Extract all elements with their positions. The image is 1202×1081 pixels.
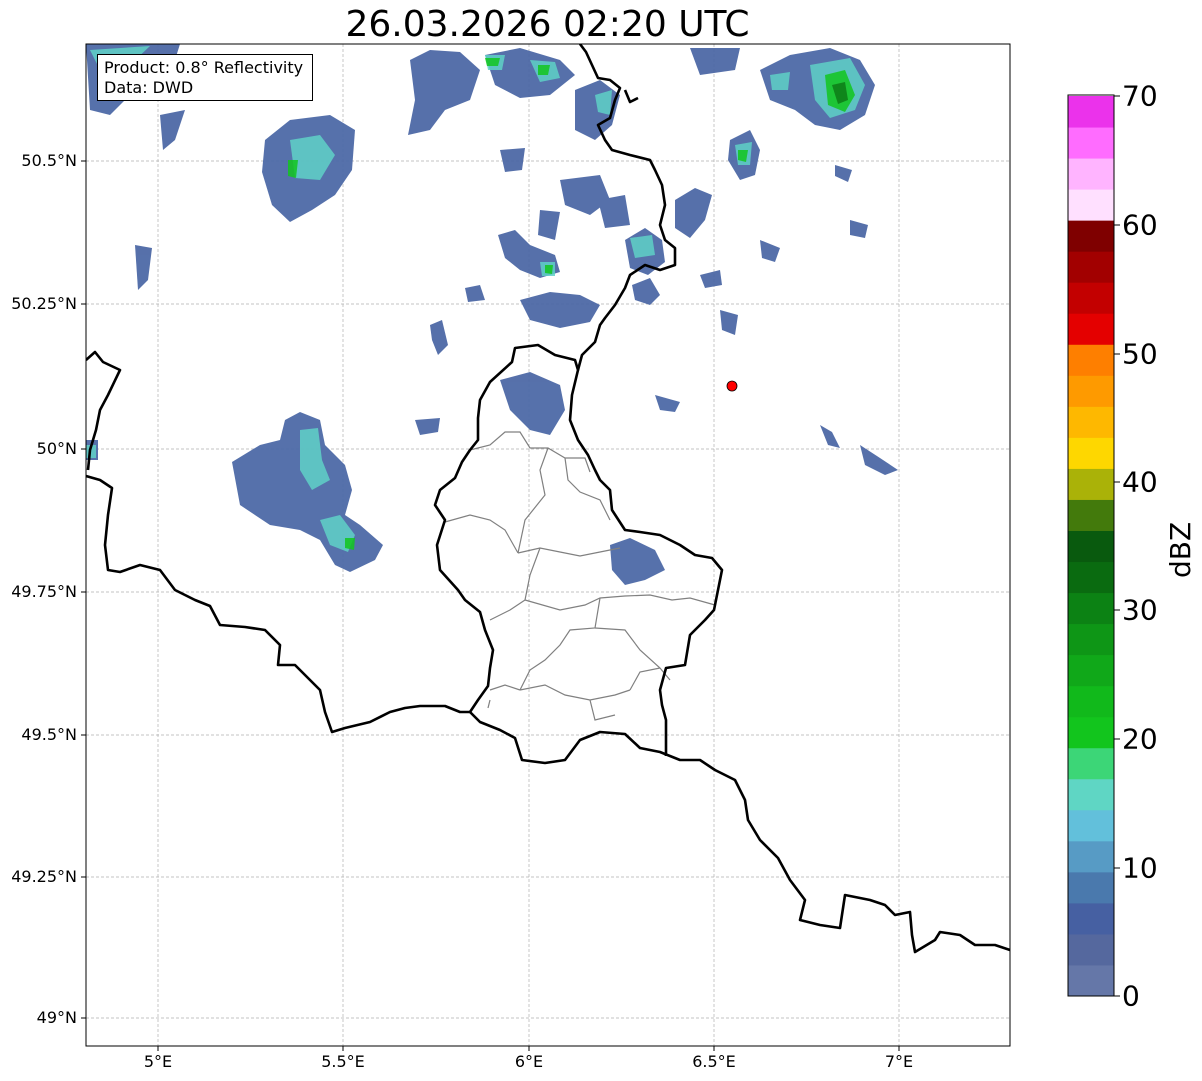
- colorbar-segment: [1068, 313, 1114, 345]
- colorbar-segment: [1068, 654, 1114, 687]
- y-tick-label: 50°N: [36, 439, 77, 458]
- x-tick-label: 5.5°E: [321, 1052, 365, 1071]
- colorbar-segment: [1068, 778, 1114, 811]
- colorbar-segment: [1068, 840, 1114, 873]
- colorbar-tick-label: 0: [1122, 979, 1140, 1013]
- colorbar-segment: [1068, 933, 1114, 966]
- colorbar-segment: [1068, 189, 1114, 221]
- x-tick-label: 6.5°E: [692, 1052, 736, 1071]
- colorbar-segment: [1068, 96, 1114, 128]
- data-source-label: Data: DWD: [104, 78, 194, 97]
- product-label: Product: 0.8° Reflectivity: [104, 58, 304, 77]
- colorbar-segment: [1068, 685, 1114, 718]
- colorbar-segment: [1068, 530, 1114, 563]
- colorbar-segment: [1068, 127, 1114, 159]
- colorbar-tick-label: 10: [1122, 851, 1158, 885]
- colorbar-segment: [1068, 344, 1114, 376]
- colorbar-segment: [1068, 282, 1114, 314]
- y-tick-label: 50.25°N: [11, 294, 77, 313]
- colorbar-segment: [1068, 468, 1114, 500]
- colorbar: [1068, 96, 1114, 997]
- colorbar-tick-label: 50: [1122, 337, 1158, 371]
- colorbar-segment: [1068, 220, 1114, 252]
- x-tick-label: 7°E: [884, 1052, 914, 1071]
- info-box: Product: 0.8° Reflectivity Data: DWD: [97, 54, 313, 101]
- colorbar-tick-label: 70: [1122, 79, 1158, 113]
- colorbar-segment: [1068, 251, 1114, 283]
- radar-map: [81, 43, 1120, 1051]
- colorbar-ticks: [1114, 95, 1120, 997]
- x-tick-label: 6°E: [514, 1052, 544, 1071]
- colorbar-segment: [1068, 437, 1114, 469]
- colorbar-tick-label: 20: [1122, 722, 1158, 756]
- station-marker: [726, 380, 738, 392]
- colorbar-tick-label: 60: [1122, 208, 1158, 242]
- x-tick-label: 5°E: [143, 1052, 173, 1071]
- y-tick-label: 49.5°N: [21, 725, 77, 744]
- y-tick-label: 50.5°N: [21, 151, 77, 170]
- y-tick-label: 49.25°N: [11, 867, 77, 886]
- colorbar-segment: [1068, 747, 1114, 780]
- colorbar-tick-label: 40: [1122, 465, 1158, 499]
- colorbar-segment: [1068, 809, 1114, 842]
- colorbar-segment: [1068, 592, 1114, 625]
- colorbar-segment: [1068, 716, 1114, 749]
- colorbar-segment: [1068, 375, 1114, 407]
- map-area: [86, 44, 1010, 1046]
- colorbar-segment: [1068, 871, 1114, 904]
- colorbar-segment: [1068, 623, 1114, 656]
- colorbar-segment: [1068, 158, 1114, 190]
- y-tick-label: 49.75°N: [11, 582, 77, 601]
- colorbar-segment: [1068, 561, 1114, 594]
- colorbar-segment: [1068, 964, 1114, 997]
- colorbar-segment: [1068, 406, 1114, 438]
- colorbar-segment: [1068, 902, 1114, 935]
- colorbar-label: dBZ: [1164, 521, 1197, 578]
- y-tick-label: 49°N: [36, 1008, 77, 1027]
- colorbar-tick-label: 30: [1122, 593, 1158, 627]
- colorbar-segment: [1068, 499, 1114, 531]
